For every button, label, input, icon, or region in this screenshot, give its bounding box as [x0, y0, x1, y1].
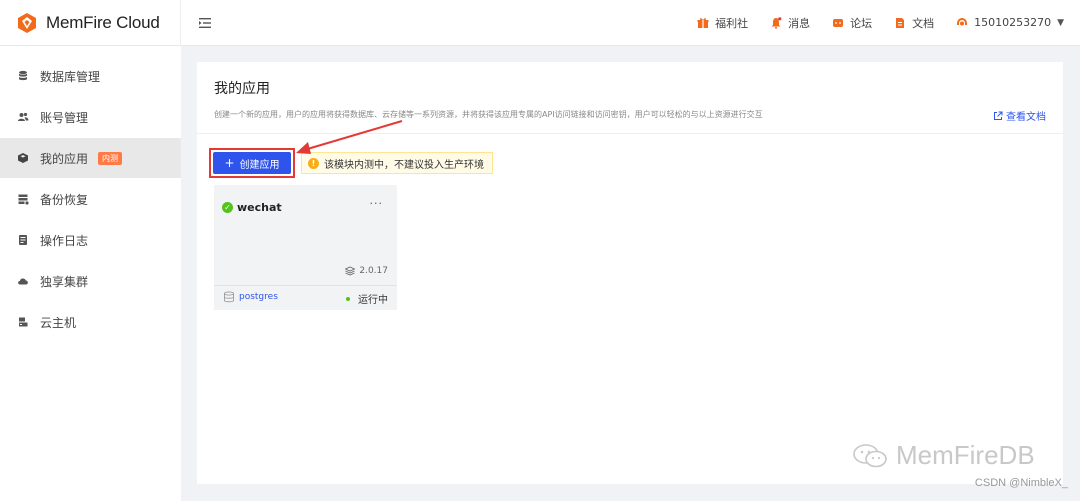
nav-welfare[interactable]: 福利社: [697, 15, 748, 31]
create-app-button[interactable]: + 创建应用: [213, 152, 291, 174]
check-circle-icon: ✓: [222, 202, 233, 213]
sidebar-item-logs[interactable]: 操作日志: [0, 220, 181, 260]
card-divider: [214, 285, 397, 286]
sidebar-item-label: 操作日志: [40, 233, 89, 248]
highlight-box: + 创建应用: [209, 148, 295, 178]
nav-messages[interactable]: 消息: [770, 15, 810, 31]
sidebar-item-database[interactable]: 数据库管理: [0, 56, 181, 96]
database-icon: [16, 69, 30, 83]
bell-icon: [770, 16, 782, 29]
caret-down-icon: ▼: [1057, 17, 1064, 28]
sidebar-item-label: 独享集群: [40, 274, 89, 289]
nav-welfare-label: 福利社: [715, 16, 749, 30]
app-card[interactable]: ✓ wechat ··· 2.0.17 postgres 运行中: [214, 185, 397, 310]
nav-docs[interactable]: 文档: [894, 15, 934, 31]
app-status-text: 运行中: [358, 295, 388, 306]
more-options-icon[interactable]: ···: [370, 197, 384, 210]
log-icon: [16, 233, 30, 247]
cube-icon: [16, 151, 30, 165]
fox-logo-icon: [18, 12, 36, 33]
page-description: 创建一个新的应用，用户的应用将获得数据库、云存储等一系列资源，并将获得该应用专属…: [214, 110, 763, 119]
brand[interactable]: MemFire Cloud: [0, 0, 181, 46]
server-icon: [16, 315, 30, 329]
external-link-icon: [993, 111, 1003, 121]
view-docs-label: 查看文档: [1006, 112, 1046, 123]
nav-forum-label: 论坛: [850, 16, 873, 30]
sidebar: 数据库管理 账号管理 我的应用 内测 备份恢复 操作日志 独享集群 云主机: [0, 46, 181, 501]
app-database[interactable]: postgres: [223, 291, 278, 303]
wechat-icon: [852, 442, 888, 470]
user-menu[interactable]: 15010253270 ▼: [956, 16, 1064, 29]
chat-icon: [832, 17, 844, 29]
gift-icon: [697, 17, 709, 29]
top-nav: 福利社 消息 论坛 文档 15010253270 ▼: [675, 15, 1080, 31]
app-version-text: 2.0.17: [359, 266, 388, 276]
app-version: 2.0.17: [345, 266, 388, 276]
menu-collapse-icon[interactable]: [197, 15, 213, 31]
sidebar-item-my-apps[interactable]: 我的应用 内测: [0, 138, 181, 178]
backup-icon: [16, 192, 30, 206]
user-icon: [956, 17, 968, 29]
cloud-icon: [16, 274, 30, 288]
beta-badge: 内测: [98, 151, 123, 165]
beta-warning: ! 该模块内测中，不建议投入生产环境: [301, 152, 493, 174]
sidebar-item-accounts[interactable]: 账号管理: [0, 97, 181, 137]
sidebar-item-label: 备份恢复: [40, 192, 89, 207]
app-name: wechat: [237, 201, 282, 214]
nav-forum[interactable]: 论坛: [832, 15, 872, 31]
sidebar-item-label: 我的应用: [40, 151, 89, 166]
user-phone: 15010253270: [974, 16, 1052, 29]
plus-icon: +: [224, 156, 235, 170]
document-icon: [894, 17, 906, 29]
users-icon: [16, 110, 30, 124]
sidebar-item-label: 账号管理: [40, 110, 89, 125]
sidebar-item-backup[interactable]: 备份恢复: [0, 179, 181, 219]
sidebar-item-cluster[interactable]: 独享集群: [0, 261, 181, 301]
beta-warning-text: 该模块内测中，不建议投入生产环境: [324, 159, 484, 171]
status-dot: [346, 296, 350, 301]
layers-icon: [345, 266, 356, 276]
sidebar-item-label: 数据库管理: [40, 69, 101, 84]
sidebar-item-cloud-host[interactable]: 云主机: [0, 302, 181, 342]
app-database-name: postgres: [239, 292, 278, 302]
divider: [197, 133, 1063, 134]
main-content: 我的应用 创建一个新的应用，用户的应用将获得数据库、云存储等一系列资源，并将获得…: [197, 62, 1063, 484]
credit-watermark: CSDN @NimbleX_: [974, 477, 1068, 489]
watermark: MemFireDB: [852, 440, 1035, 471]
watermark-text: MemFireDB: [896, 440, 1035, 470]
nav-docs-label: 文档: [912, 16, 935, 30]
create-app-label: 创建应用: [239, 159, 280, 171]
app-status: 运行中: [346, 291, 388, 306]
top-header: MemFire Cloud 福利社 消息 论坛 文档 15010253270 ▼: [0, 0, 1080, 46]
brand-name: MemFire Cloud: [46, 12, 160, 32]
sidebar-item-label: 云主机: [40, 315, 77, 330]
warning-icon: !: [308, 157, 319, 169]
database-icon: [223, 291, 235, 303]
view-docs-link[interactable]: 查看文档: [993, 108, 1046, 123]
page-title: 我的应用: [214, 81, 270, 97]
nav-messages-label: 消息: [788, 16, 811, 30]
